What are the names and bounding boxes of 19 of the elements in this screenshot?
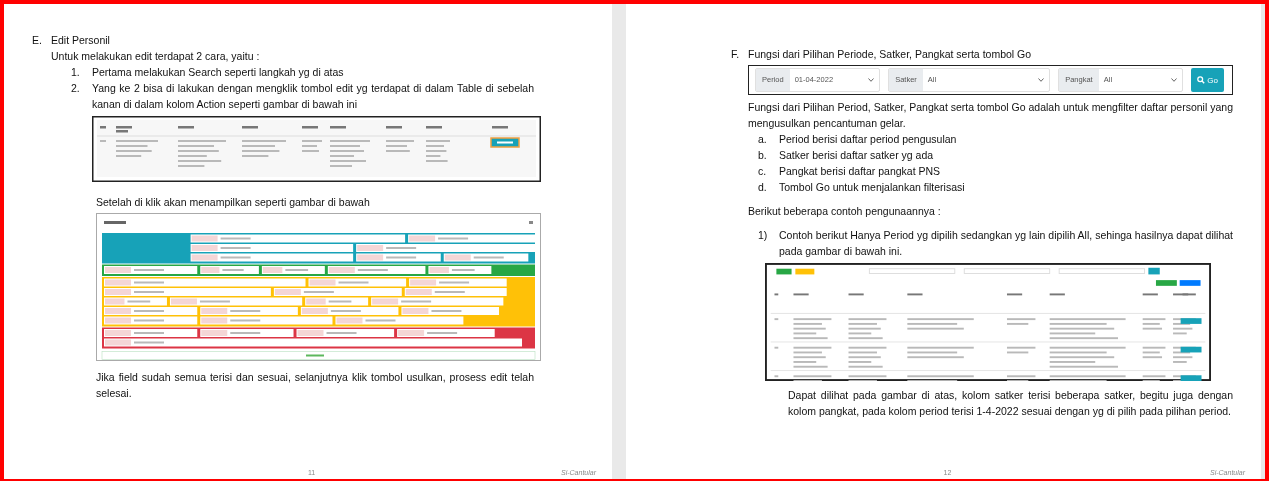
list-item: a. Period berisi daftar period pengusulan <box>757 132 958 147</box>
list-item: 1. Pertama melakukan Search seperti langkah yg di atas <box>70 65 345 80</box>
list-item: c. Pangkat berisi daftar pangkat PNS <box>757 164 942 179</box>
paragraph: Berikut beberapa contoh pengunaannya : <box>747 204 942 219</box>
paragraph: Fungsi dari Pilihan Period, Satker, Pangkat serta tombol Go adalah untuk mengfilter daftar personil yang mengusulkan pencantuman gelar. <box>747 100 1233 131</box>
paragraph: Untuk melakukan edit terdapat 2 cara, yaitu : <box>50 49 261 64</box>
list-item: 2. Yang ke 2 bisa di lakukan dengan mengklik tombol edit yg terdapat di dalam Table di sebelah kanan di dalam kolom Action seperti gambar di bawah ini <box>70 81 534 112</box>
chevron-down-icon <box>1038 78 1045 82</box>
section-heading: F. Fungsi dari Pilihan Periode, Satker, Pangkat serta tombol Go <box>731 47 1033 62</box>
search-icon <box>1197 76 1206 84</box>
paragraph: Jika field sudah semua terisi dan sesuai, selanjutnya klik tombol usulkan, prosess edit telah selesai. <box>95 370 534 401</box>
list-item: d. Tombol Go untuk menjalankan filterisasi <box>757 180 966 195</box>
paragraph: Dapat dilihat pada gambar di atas, kolom satker terisi beberapa satker, begitu juga dengan kolom pangkat, pada kolom period terisi 1-4-2022 sesuai dengan yg di pilih pada pilihan period. <box>787 388 1233 419</box>
list-item: b. Satker berisi daftar satker yg ada <box>757 148 935 163</box>
chevron-down-icon <box>1171 78 1178 82</box>
paragraph: Setelah di klik akan menampilkan seperti gambar di bawah <box>95 195 371 210</box>
chevron-down-icon <box>868 78 875 82</box>
list-item: 1) Contoh berikut Hanya Period yg dipilih sedangkan yg lain dipilih All, sehinga hasilnya dapat dilihat pada gambar di bawah ini. <box>757 228 1233 259</box>
section-heading: E. Edit Personil <box>32 33 111 48</box>
